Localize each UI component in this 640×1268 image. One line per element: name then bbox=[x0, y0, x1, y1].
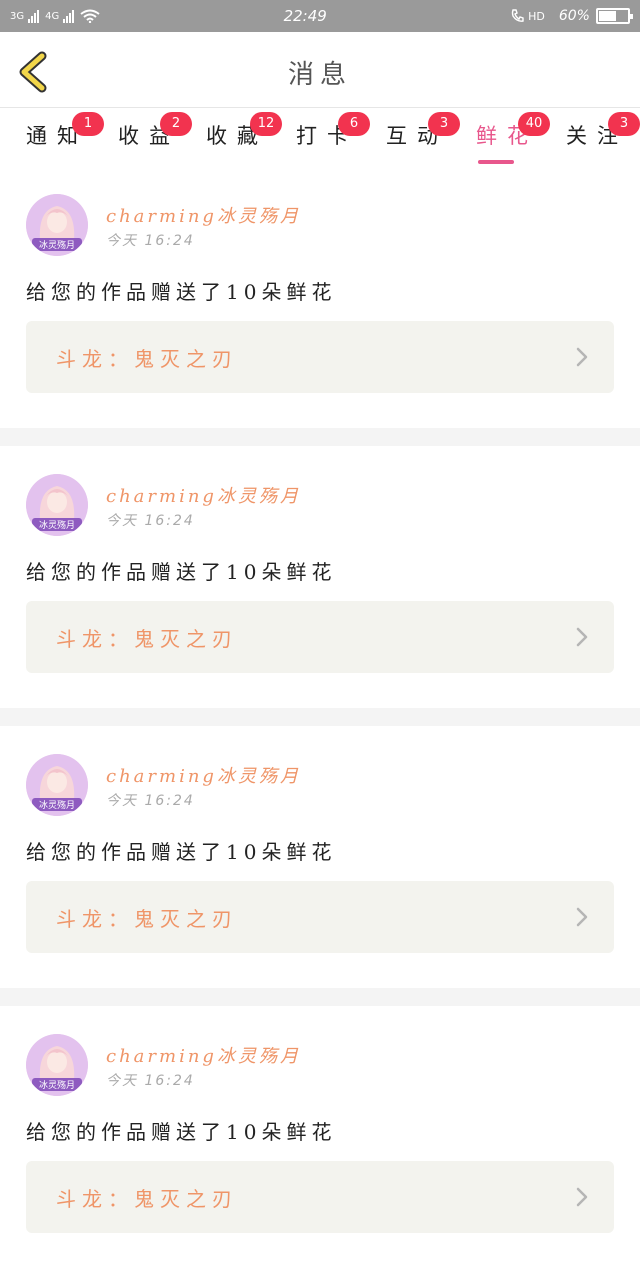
avatar[interactable]: 冰灵殇月 bbox=[26, 1034, 88, 1096]
unread-badge: 6 bbox=[338, 112, 370, 136]
unread-badge: 1 bbox=[72, 112, 104, 136]
avatar-text: 冰灵殇月 bbox=[39, 519, 75, 531]
work-title: 斗龙：鬼灭之刃 bbox=[56, 347, 238, 371]
battery-icon bbox=[595, 8, 633, 24]
work-title: 斗龙：鬼灭之刃 bbox=[56, 907, 238, 931]
message-text: 给您的作品赠送了10朵鲜花 bbox=[26, 840, 337, 864]
work-link[interactable]: 斗龙：鬼灭之刃 bbox=[26, 601, 614, 673]
network-3g-label: 3G bbox=[10, 10, 25, 22]
message-time: 今天 16:24 bbox=[106, 513, 195, 529]
chevron-right-icon bbox=[576, 627, 588, 647]
phone-icon bbox=[511, 9, 524, 22]
work-link[interactable]: 斗龙：鬼灭之刃 bbox=[26, 1161, 614, 1233]
tab-checkin[interactable]: 打卡 6 bbox=[296, 112, 370, 164]
message-text: 给您的作品赠送了10朵鲜花 bbox=[26, 1120, 337, 1144]
active-tab-indicator bbox=[478, 160, 514, 164]
chevron-right-icon bbox=[576, 347, 588, 367]
unread-badge: 3 bbox=[608, 112, 640, 136]
avatar-image: 冰灵殇月 bbox=[26, 474, 88, 536]
avatar-text: 冰灵殇月 bbox=[39, 1079, 75, 1091]
message-card: 冰灵殇月 charming冰灵殇月 今天 16:24 给您的作品赠送了10朵鲜花… bbox=[0, 726, 640, 988]
tab-favorites[interactable]: 收藏 12 bbox=[206, 112, 282, 164]
avatar-text: 冰灵殇月 bbox=[39, 799, 75, 811]
message-time: 今天 16:24 bbox=[106, 233, 195, 249]
message-card: 冰灵殇月 charming冰灵殇月 今天 16:24 给您的作品赠送了10朵鲜花… bbox=[0, 166, 640, 428]
work-title: 斗龙：鬼灭之刃 bbox=[56, 1187, 238, 1211]
sender-name[interactable]: charming冰灵殇月 bbox=[106, 202, 301, 228]
work-link[interactable]: 斗龙：鬼灭之刃 bbox=[26, 321, 614, 393]
avatar-image: 冰灵殇月 bbox=[26, 754, 88, 816]
status-left: 3G 4G bbox=[10, 9, 100, 23]
message-card: 冰灵殇月 charming冰灵殇月 今天 16:24 给您的作品赠送了10朵鲜花… bbox=[0, 446, 640, 708]
unread-badge: 40 bbox=[518, 112, 550, 136]
tab-follow[interactable]: 关注 3 bbox=[566, 112, 640, 164]
tab-bar: 通知 1 收益 2 收藏 12 打卡 6 互动 3 鲜花 40 关注 3 bbox=[0, 108, 640, 166]
unread-badge: 12 bbox=[250, 112, 282, 136]
signal-icon bbox=[63, 9, 75, 23]
battery-percent: 60% bbox=[558, 8, 590, 24]
hd-label: HD bbox=[528, 9, 545, 23]
page-title: 消息 bbox=[287, 60, 352, 90]
sender-name[interactable]: charming冰灵殇月 bbox=[106, 482, 301, 508]
message-time: 今天 16:24 bbox=[106, 1073, 195, 1089]
status-time: 22:49 bbox=[283, 7, 327, 25]
message-text: 给您的作品赠送了10朵鲜花 bbox=[26, 560, 337, 584]
tab-notice[interactable]: 通知 1 bbox=[26, 112, 104, 164]
nav-bar: 消息 bbox=[0, 32, 640, 108]
message-card: 冰灵殇月 charming冰灵殇月 今天 16:24 给您的作品赠送了10朵鲜花… bbox=[0, 1006, 640, 1268]
message-time: 今天 16:24 bbox=[106, 793, 195, 809]
sender-name[interactable]: charming冰灵殇月 bbox=[106, 1042, 301, 1068]
avatar-image: 冰灵殇月 bbox=[26, 194, 88, 256]
chevron-right-icon bbox=[576, 1187, 588, 1207]
unread-badge: 3 bbox=[428, 112, 460, 136]
signal-icon bbox=[28, 9, 40, 23]
divider bbox=[0, 708, 640, 726]
avatar-image: 冰灵殇月 bbox=[26, 1034, 88, 1096]
tab-interaction[interactable]: 互动 3 bbox=[386, 112, 460, 164]
work-link[interactable]: 斗龙：鬼灭之刃 bbox=[26, 881, 614, 953]
network-4g-label: 4G bbox=[45, 10, 60, 22]
message-text: 给您的作品赠送了10朵鲜花 bbox=[26, 280, 337, 304]
message-list: 冰灵殇月 charming冰灵殇月 今天 16:24 给您的作品赠送了10朵鲜花… bbox=[0, 166, 640, 1268]
avatar[interactable]: 冰灵殇月 bbox=[26, 474, 88, 536]
tab-flowers[interactable]: 鲜花 40 bbox=[476, 112, 550, 164]
avatar[interactable]: 冰灵殇月 bbox=[26, 754, 88, 816]
chevron-right-icon bbox=[576, 907, 588, 927]
divider bbox=[0, 428, 640, 446]
avatar-text: 冰灵殇月 bbox=[39, 239, 75, 251]
status-bar: 3G 4G 22:49 HD 60% bbox=[0, 0, 640, 32]
divider bbox=[0, 988, 640, 1006]
avatar[interactable]: 冰灵殇月 bbox=[26, 194, 88, 256]
wifi-icon bbox=[80, 9, 100, 23]
work-title: 斗龙：鬼灭之刃 bbox=[56, 627, 238, 651]
sender-name[interactable]: charming冰灵殇月 bbox=[106, 762, 301, 788]
tab-earnings[interactable]: 收益 2 bbox=[118, 112, 192, 164]
unread-badge: 2 bbox=[160, 112, 192, 136]
status-right: HD 60% bbox=[510, 8, 633, 24]
